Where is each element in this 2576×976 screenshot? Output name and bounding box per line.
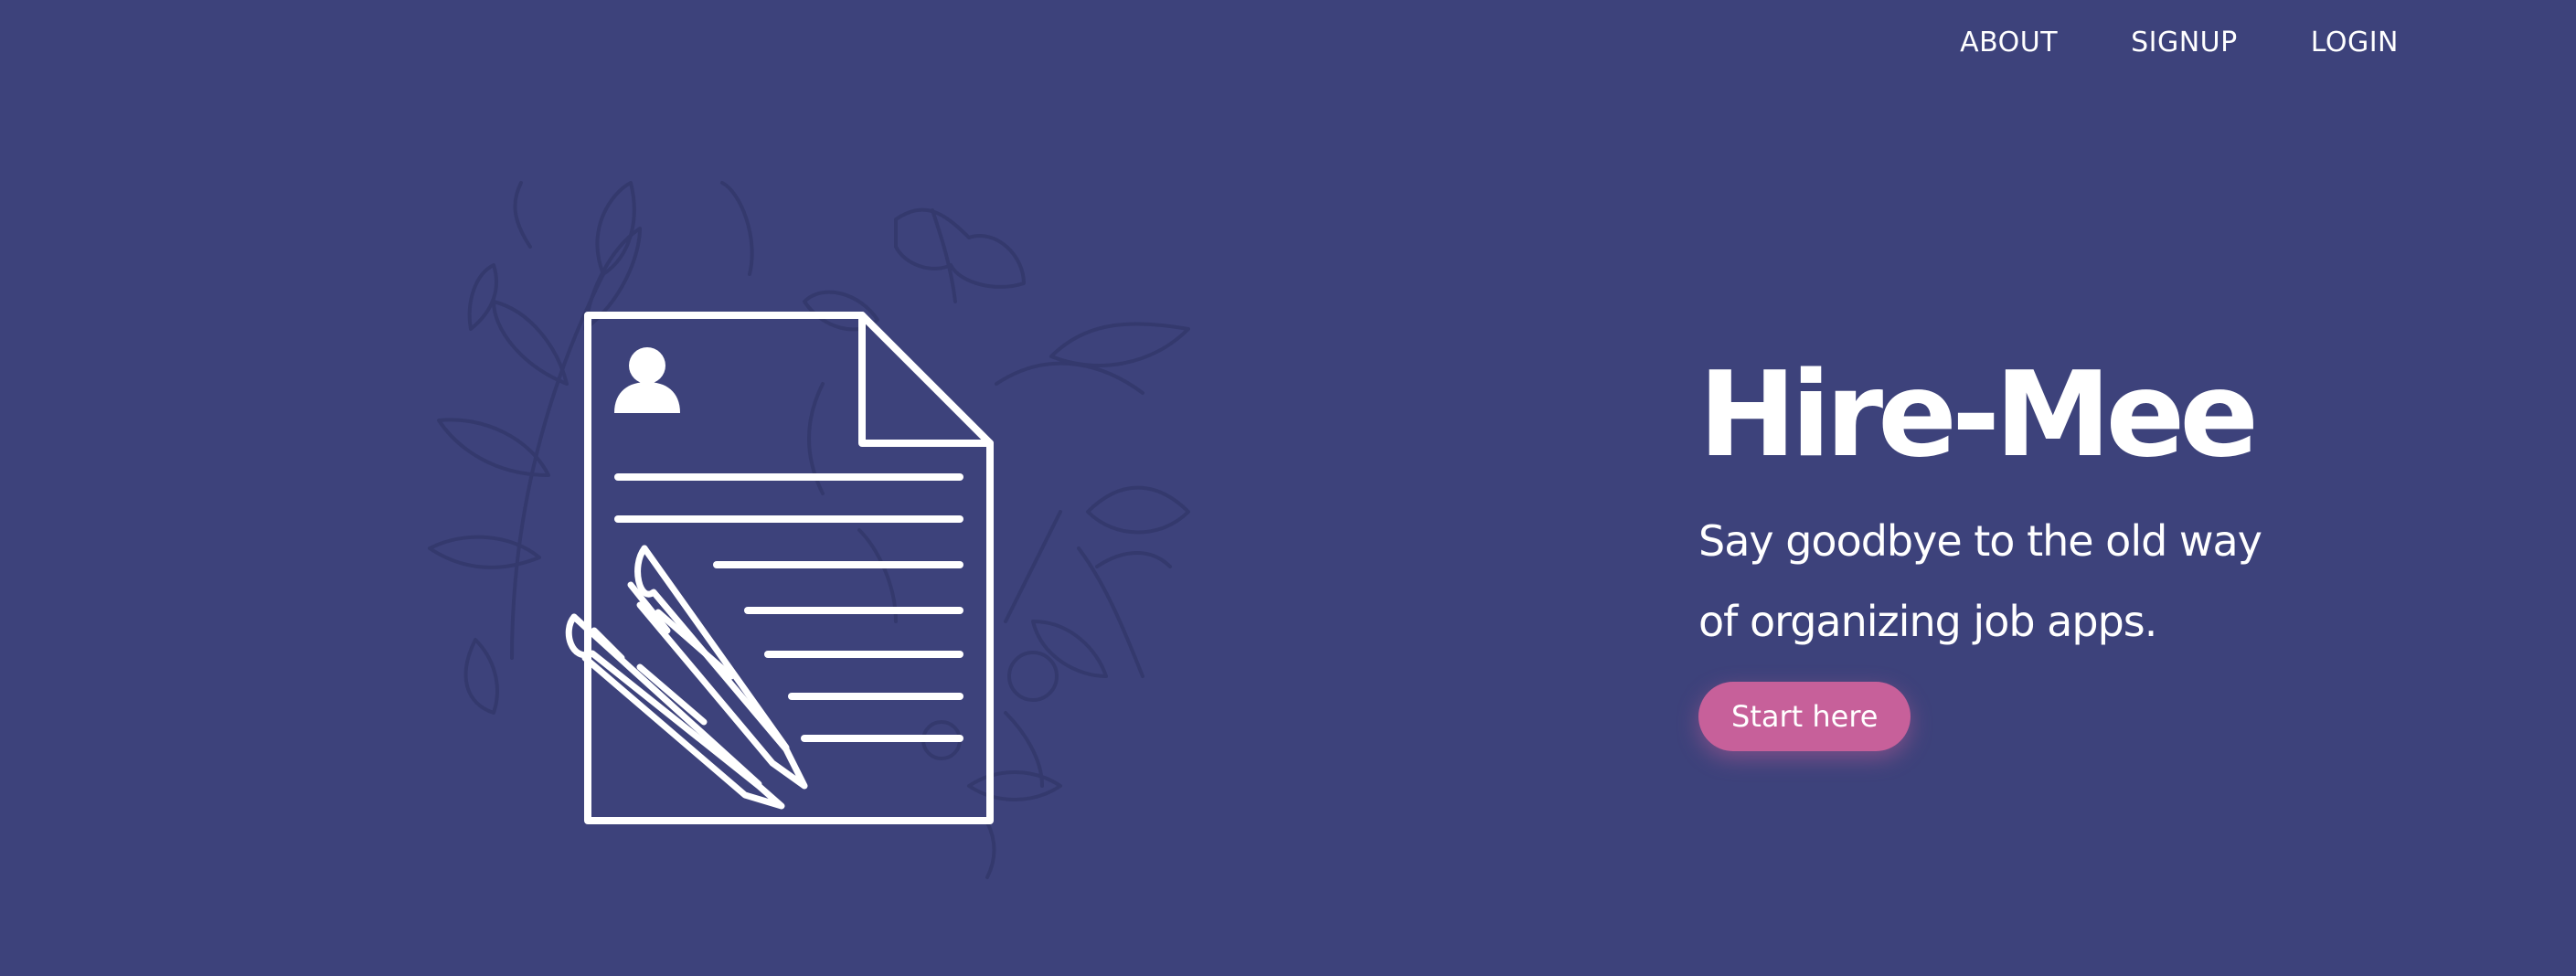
pen-icon <box>565 545 808 810</box>
landing-page: ABOUT SIGNUP LOGIN Hire-Mee Say goodbye … <box>0 0 2576 976</box>
floral-background <box>428 181 1190 879</box>
nav-login-link[interactable]: LOGIN <box>2311 24 2399 62</box>
start-here-button[interactable]: Start here <box>1698 682 1911 751</box>
hero-subtitle-line2: of organizing job apps. <box>1698 597 2157 646</box>
nav-about-link[interactable]: ABOUT <box>1960 24 2058 62</box>
hero-section: Hire-Mee Say goodbye to the old way of o… <box>1698 347 2393 751</box>
hero-subtitle: Say goodbye to the old way of organizing… <box>1698 501 2393 662</box>
hero-title: Hire-Mee <box>1698 347 2259 483</box>
user-avatar-icon <box>614 347 680 413</box>
hero-subtitle-line1: Say goodbye to the old way <box>1698 516 2262 566</box>
nav-signup-link[interactable]: SIGNUP <box>2131 24 2238 62</box>
top-nav: ABOUT SIGNUP LOGIN <box>1960 24 2399 62</box>
resume-illustration <box>428 181 1190 879</box>
